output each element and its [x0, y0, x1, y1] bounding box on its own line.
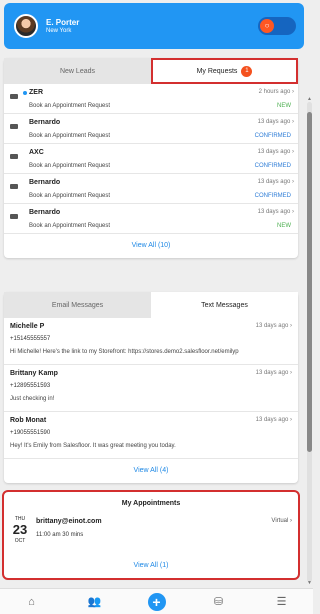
unread-dot: [23, 91, 27, 95]
lead-time-text: 13 days ago: [257, 209, 291, 215]
scroll-down-icon[interactable]: ▼: [307, 580, 312, 586]
customers-icon[interactable]: 👥: [85, 592, 105, 612]
lead-time: 13 days ago ›: [257, 149, 294, 155]
lead-request: Book an Appointment Request: [29, 163, 111, 169]
contact-name: Rob Monat: [10, 417, 47, 424]
leads-tabs: New Leads My Requests 1: [4, 58, 298, 84]
appointments-card: My Appointments THU 23 OCT brittany@eino…: [2, 490, 300, 580]
appointment-row[interactable]: THU 23 OCT brittany@einot.com 11:00 am 3…: [4, 516, 298, 554]
user-city: New York: [46, 28, 72, 34]
user-name: E. Porter: [46, 18, 80, 27]
status-badge: NEW: [277, 223, 291, 229]
store-icon[interactable]: ⛁: [209, 592, 229, 612]
message-text: Hi Michelle! Here's the link to my Store…: [10, 349, 239, 355]
message-text: Just checking in!: [10, 396, 55, 402]
leads-card: New Leads My Requests 1 ZER 2 hours ago ›…: [4, 58, 298, 258]
lead-row[interactable]: Bernardo 13 days ago › Book an Appointme…: [4, 174, 298, 204]
appointment-type: Virtual ›: [271, 518, 292, 524]
tab-email-messages[interactable]: Email Messages: [4, 292, 151, 318]
lead-request: Book an Appointment Request: [29, 223, 111, 229]
user-info: E. Porter New York: [46, 18, 79, 34]
request-icon: [9, 213, 19, 221]
status-badge: CONFIRMED: [254, 133, 291, 139]
message-time: 13 days ago ›: [255, 370, 292, 376]
lead-request: Book an Appointment Request: [29, 103, 111, 109]
contact-name: Michelle P: [10, 323, 45, 330]
tab-text-messages[interactable]: Text Messages: [151, 292, 298, 318]
lead-name: Bernardo: [29, 119, 61, 126]
lead-row[interactable]: AXC 13 days ago › Book an Appointment Re…: [4, 144, 298, 174]
appointment-email: brittany@einot.com: [36, 518, 102, 525]
contact-phone: +12895551593: [10, 383, 51, 389]
appointment-type-text: Virtual: [271, 518, 289, 524]
request-icon: [9, 183, 19, 191]
view-all-leads-link[interactable]: View All (10): [4, 234, 298, 258]
tab-my-requests[interactable]: My Requests 1: [151, 58, 298, 84]
view-all-appointments-link[interactable]: View All (1): [4, 554, 298, 578]
message-time: 13 days ago ›: [255, 417, 292, 423]
message-time-text: 13 days ago: [255, 417, 289, 423]
tab-label: Text Messages: [201, 301, 248, 309]
appointments-title: My Appointments: [121, 500, 181, 507]
tab-label: My Requests: [196, 67, 238, 75]
lead-name: Bernardo: [29, 179, 61, 186]
count-badge: 1: [241, 65, 253, 77]
tab-new-leads[interactable]: New Leads: [4, 58, 151, 84]
lead-time-text: 13 days ago: [257, 149, 291, 155]
scrollbar-thumb[interactable]: [307, 112, 312, 452]
power-icon: ○: [260, 19, 274, 33]
appointment-month: OCT: [14, 538, 26, 544]
message-row[interactable]: Michelle P 13 days ago › +15145555557 Hi…: [4, 318, 298, 365]
app: E. Porter New York ○ New Leads My Reques…: [0, 0, 313, 614]
lead-name: ZER: [29, 89, 43, 96]
message-time: 13 days ago ›: [255, 323, 292, 329]
scrollbar[interactable]: [307, 102, 312, 582]
lead-request: Book an Appointment Request: [29, 133, 111, 139]
message-row[interactable]: Rob Monat 13 days ago › +19055551590 Hey…: [4, 412, 298, 459]
status-badge: CONFIRMED: [254, 193, 291, 199]
appointment-day: 23: [12, 522, 28, 537]
avatar[interactable]: [14, 14, 38, 38]
contact-phone: +19055551590: [10, 430, 51, 436]
request-icon: [9, 153, 19, 161]
lead-time-text: 2 hours ago: [258, 89, 291, 95]
appointment-time: 11:00 am 30 mins: [36, 532, 84, 538]
status-badge: CONFIRMED: [254, 163, 291, 169]
lead-row[interactable]: ZER 2 hours ago › Book an Appointment Re…: [4, 84, 298, 114]
lead-name: AXC: [29, 149, 44, 156]
lead-time: 2 hours ago ›: [258, 89, 294, 95]
view-all-messages-link[interactable]: View All (4): [4, 459, 298, 483]
tab-label: Email Messages: [51, 301, 104, 309]
message-time-text: 13 days ago: [255, 323, 289, 329]
message-row[interactable]: Brittany Kamp 13 days ago › +12895551593…: [4, 365, 298, 412]
lead-time-text: 13 days ago: [257, 119, 291, 125]
tab-label: New Leads: [59, 67, 96, 75]
lead-time-text: 13 days ago: [257, 179, 291, 185]
contact-name: Brittany Kamp: [10, 370, 58, 377]
status-badge: NEW: [277, 103, 291, 109]
lead-request: Book an Appointment Request: [29, 193, 111, 199]
lead-row[interactable]: Bernardo 13 days ago › Book an Appointme…: [4, 204, 298, 234]
lead-name: Bernardo: [29, 209, 61, 216]
menu-icon[interactable]: ☰: [272, 592, 292, 612]
lead-time: 13 days ago ›: [257, 119, 294, 125]
lead-row[interactable]: Bernardo 13 days ago › Book an Appointme…: [4, 114, 298, 144]
lead-time: 13 days ago ›: [257, 179, 294, 185]
user-header: E. Porter New York ○: [4, 3, 304, 49]
contact-phone: +15145555557: [10, 336, 51, 342]
home-icon[interactable]: ⌂: [22, 592, 42, 612]
messages-card: Email Messages Text Messages Michelle P …: [4, 292, 298, 483]
message-time-text: 13 days ago: [255, 370, 289, 376]
message-tabs: Email Messages Text Messages: [4, 292, 298, 318]
message-text: Hey! It's Emily from Salesfloor. It was …: [10, 443, 176, 449]
request-icon: [9, 123, 19, 131]
request-icon: [9, 93, 19, 101]
status-toggle[interactable]: ○: [258, 17, 296, 35]
add-icon[interactable]: +: [147, 592, 166, 611]
lead-time: 13 days ago ›: [257, 209, 294, 215]
bottom-nav: ⌂ 👥 + ⛁ ☰: [0, 588, 313, 614]
